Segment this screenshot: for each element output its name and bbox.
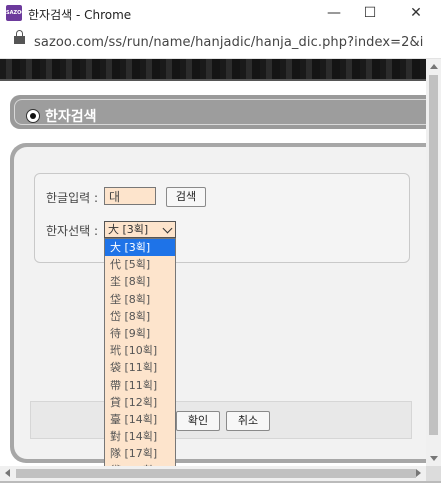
scrollbar-corner <box>426 466 441 481</box>
chevron-down-icon <box>162 223 173 234</box>
cancel-button[interactable]: 취소 <box>226 411 270 431</box>
hanja-option[interactable]: 對 [14획] <box>105 428 175 445</box>
app-icon: SAZOO <box>6 5 26 21</box>
banner-divider <box>0 79 426 81</box>
page-viewport: 한자검색 한글입력 : 검색 한자선택 : 大 [3획] 확인 취소 大 [3획… <box>0 59 426 466</box>
hanja-select-value: 大 [3획] <box>108 223 149 236</box>
horizontal-scrollbar[interactable] <box>0 466 426 481</box>
section-header: 한자검색 <box>10 95 426 129</box>
section-title: 한자검색 <box>45 109 97 125</box>
confirm-button[interactable]: 확인 <box>176 411 220 431</box>
hangul-input[interactable] <box>104 187 156 205</box>
hanja-option[interactable]: 玳 [10획] <box>105 342 175 359</box>
action-bar <box>30 401 412 439</box>
minimize-button[interactable]: — <box>319 3 349 23</box>
hangul-input-label: 한글입력 : <box>46 191 99 205</box>
hanja-option[interactable]: 代 [5획] <box>105 256 175 273</box>
vertical-scrollbar[interactable] <box>426 59 441 466</box>
search-fieldset <box>34 173 410 263</box>
hanja-option[interactable]: 袋 [11획] <box>105 359 175 376</box>
maximize-button[interactable]: ☐ <box>355 3 385 23</box>
address-bar[interactable]: sazoo.com/ss/run/name/hanjadic/hanja_dic… <box>0 28 441 59</box>
hanja-option[interactable]: 臺 [14획] <box>105 411 175 428</box>
hanja-option[interactable]: 垈 [8획] <box>105 291 175 308</box>
hanja-option[interactable]: 坔 [8획] <box>105 273 175 290</box>
hanja-option[interactable]: 岱 [8획] <box>105 308 175 325</box>
lock-icon[interactable] <box>14 30 25 44</box>
bullet-radio-icon <box>26 109 40 123</box>
close-button[interactable]: ✕ <box>401 3 431 23</box>
scroll-down-arrow-icon[interactable] <box>430 456 438 461</box>
scroll-up-arrow-icon[interactable] <box>430 64 438 69</box>
decorative-banner <box>0 59 426 79</box>
url-text[interactable]: sazoo.com/ss/run/name/hanjadic/hanja_dic… <box>34 35 424 50</box>
hanja-option[interactable]: 待 [9획] <box>105 325 175 342</box>
window-title: 한자검색 - Chrome <box>28 8 132 22</box>
hanja-select[interactable]: 大 [3획] <box>104 221 176 238</box>
hanja-option[interactable]: 貸 [12획] <box>105 394 175 411</box>
hanja-option[interactable]: 帶 [11획] <box>105 377 175 394</box>
hanja-option[interactable]: 隊 [17획] <box>105 445 175 462</box>
search-button[interactable]: 검색 <box>166 187 206 207</box>
horizontal-scroll-thumb[interactable] <box>16 469 416 478</box>
scroll-left-arrow-icon[interactable] <box>5 469 10 477</box>
vertical-scroll-thumb[interactable] <box>429 75 438 435</box>
scroll-right-arrow-icon[interactable] <box>416 469 421 477</box>
hanja-select-label: 한자선택 : <box>46 224 99 238</box>
hanja-dropdown-list[interactable]: 大 [3획] 代 [5획] 坔 [8획] 垈 [8획] 岱 [8획] 待 [9획] 玳 [1… <box>104 238 176 466</box>
hanja-option[interactable]: 大 [3획] <box>105 239 175 257</box>
section-header-inner: 한자검색 <box>14 99 426 125</box>
window-title-bar: SAZOO 한자검색 - Chrome — ☐ ✕ <box>0 0 441 28</box>
